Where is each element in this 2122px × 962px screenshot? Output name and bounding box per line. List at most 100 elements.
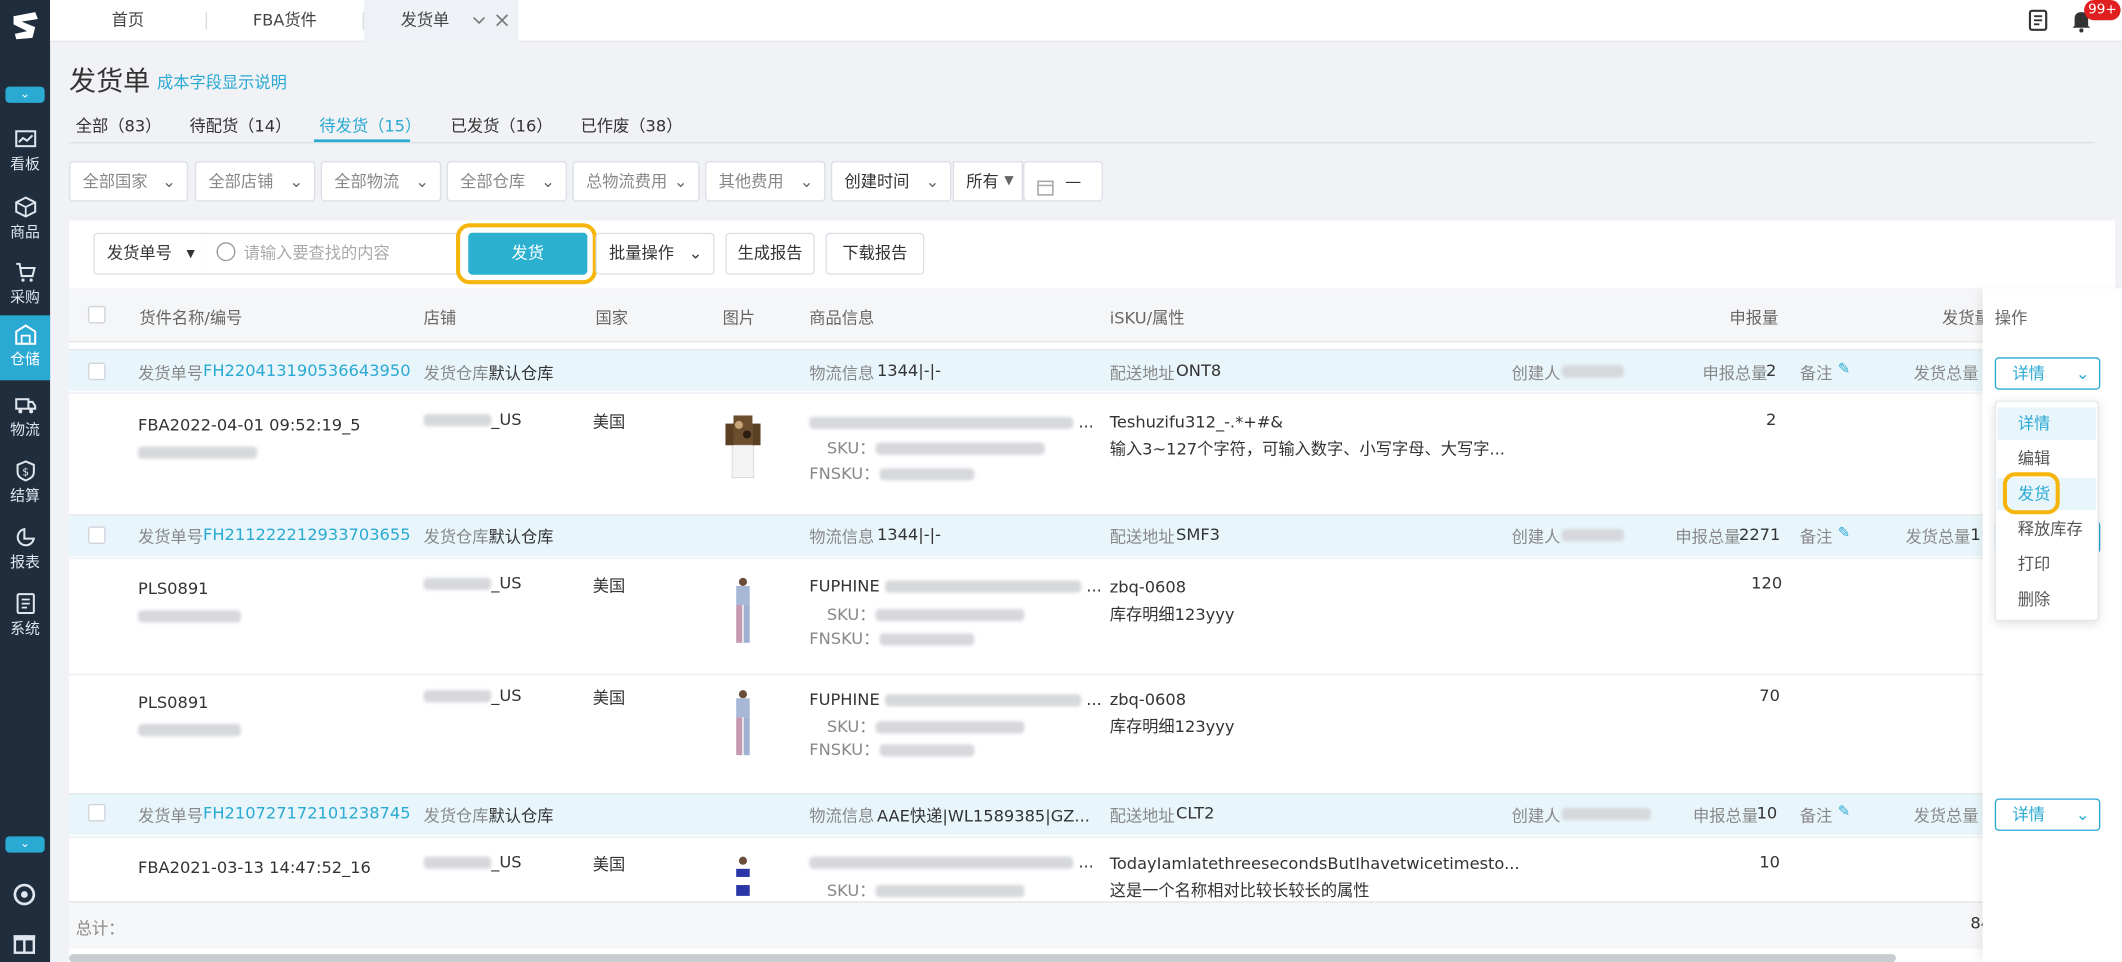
isku-value: zbq-0608 bbox=[1109, 690, 1187, 710]
tab-home[interactable]: 首页 bbox=[50, 0, 206, 42]
product-title: FUPHINE ... bbox=[809, 576, 1102, 596]
edit-remark-icon[interactable]: ✎ bbox=[1838, 524, 1850, 542]
date-range-picker[interactable]: — bbox=[1023, 161, 1103, 202]
warehouse-filter[interactable]: 全部仓库 ⌄ bbox=[446, 161, 568, 202]
shop-value: _US bbox=[423, 410, 522, 429]
cost-field-help-link[interactable]: 成本字段显示说明 bbox=[157, 70, 287, 93]
sidebar-item-label: 看板 bbox=[10, 155, 40, 174]
status-tab-voided[interactable]: 已作废（38） bbox=[581, 114, 683, 137]
detail-dropdown-button[interactable]: 详情 ⌄ bbox=[1994, 357, 2101, 390]
close-tab-icon[interactable] bbox=[493, 0, 512, 42]
detail-dropdown-button[interactable]: 详情 ⌄ bbox=[1994, 798, 2101, 831]
sidebar-item-warehouse[interactable]: 仓储 bbox=[0, 315, 51, 381]
creator-value-redacted bbox=[1561, 525, 1624, 544]
menu-item-delete[interactable]: 删除 bbox=[1997, 583, 2096, 615]
other-fee-filter[interactable]: 其他费用 ⌄ bbox=[705, 161, 826, 202]
chevron-down-icon: ⌄ bbox=[673, 171, 688, 191]
time-range-select[interactable]: 所有 ▼ bbox=[952, 161, 1024, 202]
attribute-value: 库存明细123yyy bbox=[1109, 604, 1235, 624]
ship-total-value: 1 bbox=[1970, 525, 1981, 545]
menu-item-edit[interactable]: 编辑 bbox=[1997, 443, 2096, 475]
shop-value: _US bbox=[423, 574, 522, 593]
generate-report-button[interactable]: 生成报告 bbox=[725, 232, 815, 275]
address-label: 配送地址 bbox=[1109, 806, 1175, 826]
country-value: 美国 bbox=[592, 688, 626, 708]
edit-remark-icon[interactable]: ✎ bbox=[1838, 360, 1850, 378]
address-value: CLT2 bbox=[1176, 803, 1215, 823]
tab-fba-shipment[interactable]: FBA货件 bbox=[207, 0, 363, 42]
search-icon bbox=[216, 242, 236, 262]
box-icon bbox=[14, 196, 36, 218]
gift-icon[interactable] bbox=[11, 928, 38, 955]
column-header-image: 图片 bbox=[722, 308, 756, 328]
shipment-id-redacted bbox=[138, 443, 258, 462]
sidebar-item-purchase[interactable]: 采购 bbox=[0, 253, 50, 315]
sidebar-item-system[interactable]: 系统 bbox=[0, 585, 50, 647]
logo-icon bbox=[8, 8, 43, 43]
attribute-value: 这是一个名称相对比较长较长的属性 bbox=[1109, 880, 1370, 900]
sidebar-item-logistics[interactable]: 物流 bbox=[0, 386, 50, 448]
isku-value: TodayIamlatethreesecondsButIhavetwicetim… bbox=[1109, 853, 1520, 873]
search-input[interactable]: 请输入要查找的内容 bbox=[205, 232, 458, 275]
address-value: ONT8 bbox=[1176, 361, 1222, 381]
sku-line: SKU： bbox=[827, 436, 1045, 459]
declared-total-value: 2 bbox=[1766, 361, 1777, 381]
row-checkbox[interactable] bbox=[87, 803, 106, 822]
product-image bbox=[725, 855, 760, 901]
notification-badge: 99+ bbox=[2084, 0, 2121, 21]
download-report-button[interactable]: 下载报告 bbox=[825, 232, 925, 275]
sku-line: SKU： bbox=[827, 602, 1025, 625]
menu-item-release-stock[interactable]: 释放库存 bbox=[1997, 513, 2096, 545]
table-footer bbox=[69, 901, 2116, 949]
order-number-link[interactable]: FH211222212933703655 bbox=[203, 525, 411, 544]
product-image bbox=[725, 577, 760, 647]
collapse-menu-icon[interactable]: ⌄ bbox=[5, 86, 45, 103]
fnsku-line: FNSKU： bbox=[809, 738, 975, 761]
menu-item-print[interactable]: 打印 bbox=[1997, 548, 2096, 580]
sidebar-item-products[interactable]: 商品 bbox=[0, 188, 50, 250]
row-checkbox[interactable] bbox=[87, 526, 106, 545]
expand-menu-icon[interactable]: ⌄ bbox=[5, 836, 45, 853]
status-tab-pending-allocation[interactable]: 待配货（14） bbox=[189, 114, 291, 137]
ship-button[interactable]: 发货 bbox=[468, 232, 588, 275]
time-type-select[interactable]: 创建时间 ⌄ bbox=[830, 161, 952, 202]
declared-qty: 70 bbox=[1759, 686, 1780, 706]
notes-icon[interactable] bbox=[2026, 8, 2050, 32]
batch-operation-dropdown[interactable]: 批量操作 ⌄ bbox=[595, 232, 715, 275]
total-freight-filter[interactable]: 总物流费用 ⌄ bbox=[572, 161, 700, 202]
product-image bbox=[725, 689, 760, 759]
shop-filter[interactable]: 全部店铺 ⌄ bbox=[194, 161, 316, 202]
sidebar-item-label: 系统 bbox=[10, 619, 40, 638]
country-filter[interactable]: 全部国家 ⌄ bbox=[69, 161, 189, 202]
sidebar-item-dashboard[interactable]: 看板 bbox=[0, 120, 50, 182]
status-tab-all[interactable]: 全部（83） bbox=[76, 114, 162, 137]
sidebar-item-reports[interactable]: 报表 bbox=[0, 518, 50, 580]
remark-label: 备注 bbox=[1799, 527, 1833, 547]
search-field-select[interactable]: 发货单号 ▼ bbox=[93, 232, 208, 275]
logistics-filter[interactable]: 全部物流 ⌄ bbox=[320, 161, 442, 202]
order-number-link[interactable]: FH220413190536643950 bbox=[203, 361, 411, 380]
country-value: 美国 bbox=[592, 576, 626, 596]
row-checkbox[interactable] bbox=[87, 362, 106, 381]
shipment-id-redacted bbox=[138, 720, 241, 739]
table-row bbox=[69, 557, 2116, 674]
truck-icon bbox=[14, 394, 36, 416]
shipment-name: PLS0891 bbox=[138, 579, 209, 599]
pie-chart-icon bbox=[14, 526, 36, 548]
edit-remark-icon[interactable]: ✎ bbox=[1838, 803, 1850, 821]
shipment-name: PLS0891 bbox=[138, 692, 209, 712]
chevron-down-icon: ⌄ bbox=[2075, 364, 2090, 383]
sidebar-item-settlement[interactable]: $ 结算 bbox=[0, 452, 50, 514]
horizontal-scrollbar[interactable] bbox=[69, 954, 1896, 962]
sidebar-item-label: 报表 bbox=[10, 553, 40, 572]
support-icon[interactable] bbox=[11, 881, 38, 908]
column-header-ops: 操作 bbox=[1994, 308, 2028, 328]
address-label: 配送地址 bbox=[1109, 364, 1175, 383]
order-number-link[interactable]: FH210727172101238745 bbox=[203, 804, 411, 823]
select-all-checkbox[interactable] bbox=[87, 305, 106, 324]
status-tab-shipped[interactable]: 已发货（16） bbox=[451, 114, 553, 137]
tab-menu-icon[interactable] bbox=[470, 0, 489, 42]
status-tab-pending-shipment[interactable]: 待发货（15） bbox=[319, 114, 421, 137]
column-header-shop: 店铺 bbox=[423, 308, 457, 328]
menu-item-detail[interactable]: 详情 bbox=[1997, 407, 2097, 440]
